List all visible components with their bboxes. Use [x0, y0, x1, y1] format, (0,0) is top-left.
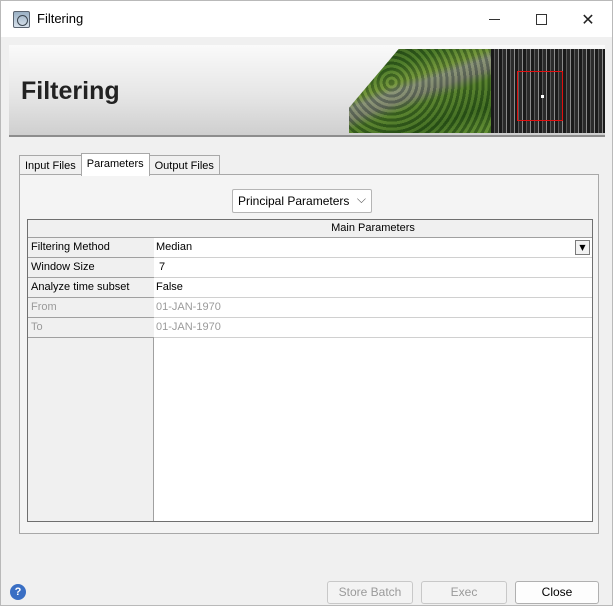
- banner-forest-image: [349, 49, 491, 133]
- parameter-group-select[interactable]: Principal Parameters ⌵: [232, 189, 372, 213]
- from-date-field: 01-JAN-1970: [154, 298, 592, 318]
- table-row-to: To 01-JAN-1970: [28, 318, 592, 338]
- row-label: Window Size: [28, 258, 154, 278]
- store-batch-button[interactable]: Store Batch: [327, 581, 413, 604]
- banner-title: Filtering: [21, 77, 120, 105]
- table-row-window-size: Window Size 7: [28, 258, 592, 278]
- window-title: Filtering: [37, 11, 84, 26]
- header-banner: Filtering: [9, 45, 605, 137]
- minimize-button[interactable]: [471, 1, 517, 37]
- tab-bar: Input Files Parameters Output Files: [19, 153, 220, 176]
- title-bar[interactable]: Filtering ✕: [1, 1, 612, 37]
- close-button[interactable]: Close: [515, 581, 599, 604]
- table-row-analyze-time-subset: Analyze time subset False: [28, 278, 592, 298]
- row-label: From: [28, 298, 154, 318]
- maximize-icon: [535, 13, 547, 25]
- banner-sar-image: [491, 49, 605, 133]
- app-icon: [13, 11, 30, 28]
- tab-input-files[interactable]: Input Files: [19, 155, 82, 176]
- dropdown-arrow-icon[interactable]: ▼: [575, 240, 590, 255]
- row-label: Analyze time subset: [28, 278, 154, 298]
- parameter-group-value: Principal Parameters: [238, 194, 350, 208]
- tab-parameters[interactable]: Parameters: [80, 153, 150, 176]
- analyze-time-subset-field[interactable]: False: [154, 278, 592, 298]
- filtering-window: Filtering ✕ Filtering Input Files Parame…: [0, 0, 613, 606]
- sar-selection-box: [517, 71, 563, 121]
- parameters-panel: Principal Parameters ⌵ Main Parameters F…: [19, 174, 599, 534]
- column-header-main-parameters: Main Parameters: [154, 220, 592, 238]
- filtering-method-combo[interactable]: Median ▼: [154, 238, 592, 258]
- table-row-from: From 01-JAN-1970: [28, 298, 592, 318]
- to-date-field: 01-JAN-1970: [154, 318, 592, 338]
- parameters-table: Main Parameters Filtering Method Median …: [27, 219, 593, 522]
- row-label: Filtering Method: [28, 238, 154, 258]
- help-icon[interactable]: ?: [10, 584, 26, 600]
- minimize-icon: [488, 18, 500, 20]
- chevron-down-icon: ⌵: [356, 192, 366, 206]
- table-corner: [28, 220, 154, 238]
- table-row-filtering-method: Filtering Method Median ▼: [28, 238, 592, 258]
- filtering-method-value: Median: [156, 241, 193, 253]
- sar-target-point: [541, 95, 544, 98]
- close-window-button[interactable]: ✕: [565, 1, 611, 37]
- row-label: To: [28, 318, 154, 338]
- window-size-field[interactable]: 7: [154, 258, 592, 278]
- tab-output-files[interactable]: Output Files: [148, 155, 220, 176]
- exec-button[interactable]: Exec: [421, 581, 507, 604]
- close-icon: ✕: [581, 9, 595, 29]
- maximize-button[interactable]: [518, 1, 564, 37]
